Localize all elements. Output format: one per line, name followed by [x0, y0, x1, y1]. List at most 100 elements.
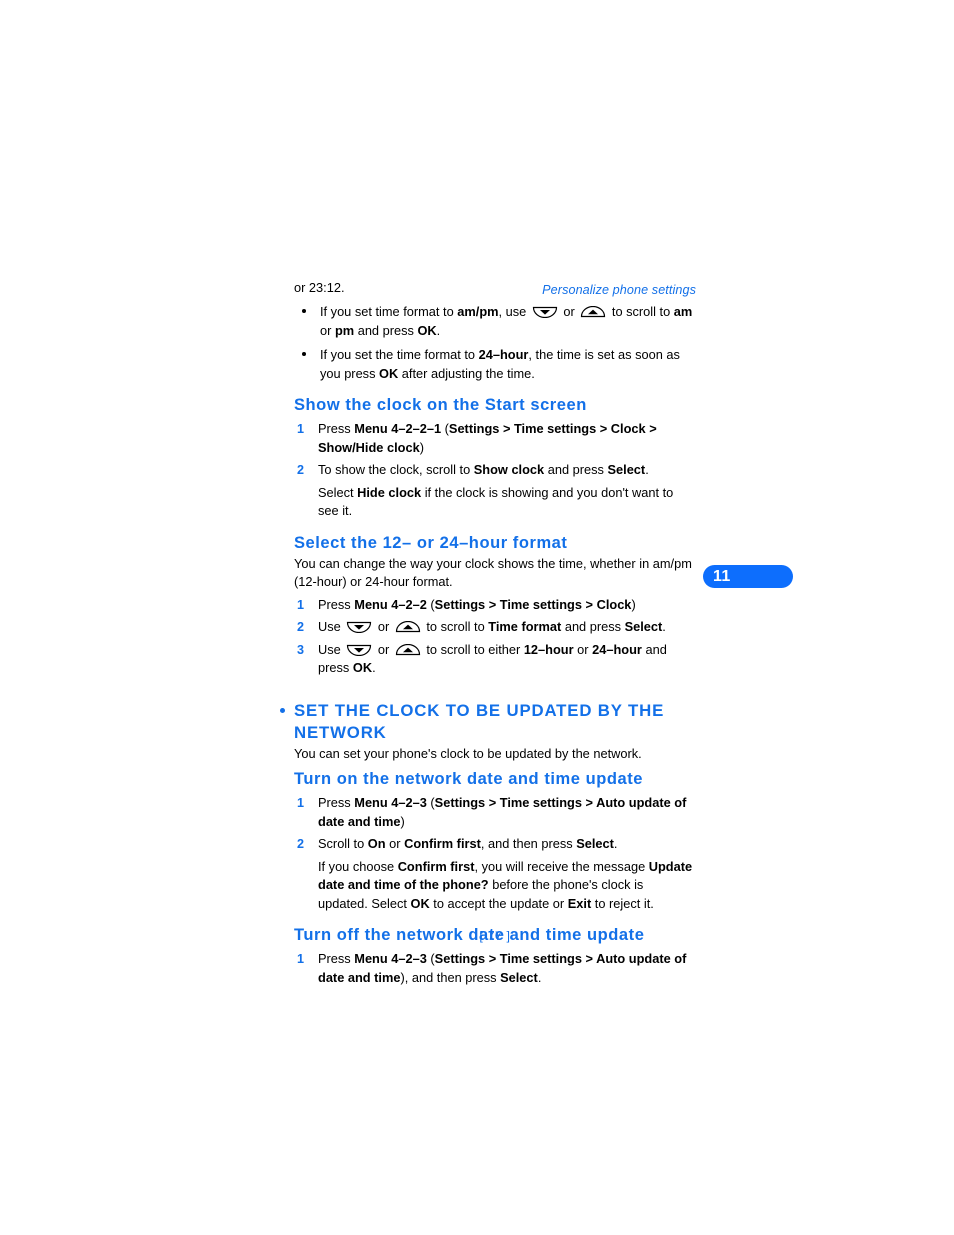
step-number: 2 — [297, 620, 305, 634]
bullet-bold-ampm: am/pm — [457, 304, 499, 319]
step-text-part: . — [613, 836, 618, 851]
step-text-part: or — [573, 641, 593, 657]
note-bold-ok: OK — [410, 895, 430, 911]
list-item: 2 Scroll to On or Confirm first, and the… — [294, 835, 696, 854]
step-bold-12hour: 12–hour — [523, 641, 574, 657]
step-bold-menu: Menu 4–2–3 — [354, 795, 427, 810]
section-intro-network: You can set your phone's clock to be upd… — [294, 745, 642, 761]
bullet-bold-ok: OK — [417, 323, 437, 338]
section-intro-time-format: You can change the way your clock shows … — [294, 555, 692, 590]
step-text-part: or — [374, 619, 393, 634]
list-item: 2 To show the clock, scroll to Show cloc… — [294, 461, 696, 480]
bullet-bold-pm: pm — [334, 323, 355, 338]
scroll-up-key-icon — [395, 621, 421, 633]
bullet-dot-icon — [302, 352, 306, 356]
step-text-part: ( — [426, 596, 435, 612]
bullet-text-part: , use — [498, 304, 530, 319]
bullet-bold-24hour: 24–hour — [478, 347, 529, 362]
step-bold-time-format: Time format — [488, 619, 562, 634]
bullet-dot-icon — [302, 309, 306, 313]
scroll-up-key-icon — [580, 306, 606, 318]
manual-page: Personalize phone settings 11 or 23:12. … — [0, 0, 954, 1235]
bullet-text-part: or — [320, 323, 335, 338]
step-number: 2 — [297, 837, 305, 851]
step-text-part: Press — [318, 596, 355, 612]
chapter-bullet-icon — [280, 707, 285, 713]
step-text-part: , and then press — [480, 836, 577, 851]
step-bold-menu: Menu 4–2–2–1 — [354, 421, 442, 436]
chapter-heading-row: SET THE CLOCK TO BE UPDATED BY THE NETWO… — [280, 700, 696, 744]
list-item: 2 Use or to scroll to Time format and pr… — [294, 618, 696, 637]
note-text-part: to accept the update or — [429, 895, 568, 911]
step-bold-confirm-first: Confirm first — [404, 836, 481, 851]
step-text-part: ) — [419, 439, 424, 455]
step-note: Select Hide clock if the clock is showin… — [294, 484, 696, 521]
step-bold-24hour: 24–hour — [592, 641, 642, 657]
step-text-part: To show the clock, scroll to — [318, 462, 474, 477]
note-text-part: Select — [318, 484, 358, 500]
step-text-part: Press — [318, 795, 355, 810]
bullet-text-part: If you set the time format to — [320, 347, 479, 362]
step-bold-show-clock: Show clock — [473, 462, 545, 477]
step-text-part: ) — [400, 813, 405, 829]
step-text-part: ), and then press — [400, 969, 501, 985]
step-text-part: Use — [318, 619, 345, 634]
step-number: 1 — [297, 952, 305, 966]
page-number: [ 77 ] — [479, 929, 511, 943]
step-number: 1 — [297, 796, 305, 810]
bullet-text-part: If you set time format to — [320, 304, 458, 319]
step-text-part: and press — [561, 619, 625, 634]
step-bold-menu: Menu 4–2–2 — [354, 596, 427, 612]
note-text-part: , you will receive the message — [474, 858, 649, 874]
scroll-down-key-icon — [346, 644, 372, 656]
continued-line: or 23:12. — [294, 280, 345, 295]
step-text-part: to scroll to — [422, 619, 489, 634]
bullet-text-part: after adjusting the time. — [398, 366, 535, 381]
step-text-part: and press — [544, 462, 608, 477]
step-text-part: . — [662, 619, 666, 634]
step-bold-ok: OK — [352, 660, 373, 675]
step-text-part: Scroll to — [318, 836, 368, 851]
step-text-part: or — [385, 836, 405, 851]
chapter-tab-number: 11 — [713, 568, 731, 585]
list-item: 1 Press Menu 4–2–2–1 (Settings > Time se… — [294, 420, 696, 457]
scroll-down-key-icon — [532, 306, 558, 318]
bullet-text-part: to scroll to — [608, 304, 674, 319]
section-heading-show-clock: Show the clock on the Start screen — [294, 396, 587, 414]
section-heading-turn-on: Turn on the network date and time update — [294, 770, 643, 788]
page-content: or 23:12. If you set time format to am/p… — [280, 278, 696, 987]
step-text-part: ) — [631, 596, 636, 612]
scroll-up-key-icon — [395, 643, 421, 656]
list-item: 1 Press Menu 4–2–2 (Settings > Time sett… — [294, 596, 696, 615]
list-item: If you set the time format to 24–hour, t… — [294, 345, 696, 383]
step-text-part: Press — [318, 951, 355, 966]
list-item: 1 Press Menu 4–2–3 (Settings > Time sett… — [294, 950, 696, 987]
list-item: 1 Press Menu 4–2–3 (Settings > Time sett… — [294, 794, 696, 831]
step-bold-path: Settings > Time settings > Clock — [434, 596, 632, 612]
note-text-part: If you choose — [318, 858, 398, 874]
step-text-part: or — [374, 641, 393, 657]
step-text-part: to scroll to either — [422, 641, 524, 657]
step-text-part: . — [537, 969, 542, 985]
step-text-part: . — [645, 462, 649, 477]
step-note: If you choose Confirm first, you will re… — [294, 858, 696, 914]
chapter-heading-network: SET THE CLOCK TO BE UPDATED BY THE NETWO… — [294, 700, 665, 742]
note-bold-hide-clock: Hide clock — [357, 484, 422, 500]
step-bold-on: On — [367, 836, 386, 851]
bullet-bold-am: am — [673, 304, 693, 319]
bullet-text-part: or — [559, 304, 579, 319]
step-text-part: Press — [318, 421, 355, 436]
section-heading-time-format: Select the 12– or 24–hour format — [294, 533, 568, 552]
step-text-part: . — [372, 660, 376, 675]
step-bold-select: Select — [607, 462, 646, 477]
step-number: 1 — [297, 422, 305, 436]
step-number: 1 — [297, 597, 305, 612]
note-bold-exit: Exit — [567, 895, 592, 911]
chapter-tab: 11 — [703, 565, 793, 588]
step-bold-select: Select — [624, 619, 663, 634]
list-item: If you set time format to am/pm, use or … — [294, 302, 696, 340]
scroll-down-key-icon — [346, 621, 372, 633]
step-text-part: ( — [426, 795, 435, 810]
step-bold-select: Select — [500, 969, 538, 985]
step-text-part: ( — [441, 421, 449, 436]
